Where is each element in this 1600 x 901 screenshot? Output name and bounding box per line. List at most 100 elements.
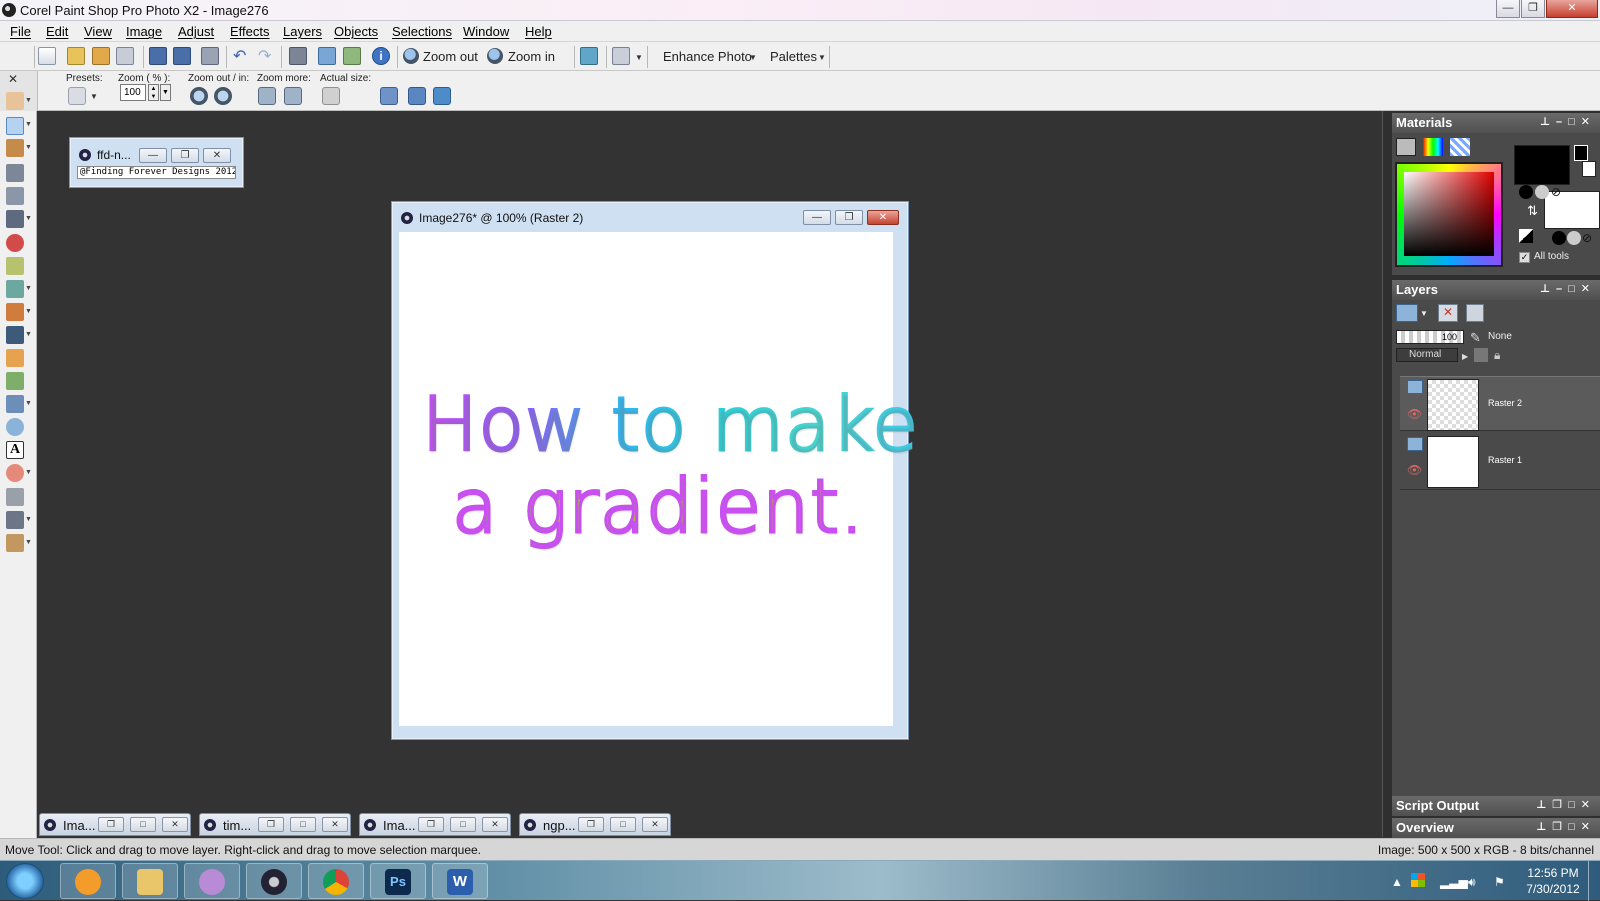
- zoom-out-button[interactable]: Zoom out: [423, 49, 478, 64]
- color-mode-icon[interactable]: [1519, 185, 1533, 199]
- layer-row-raster-2[interactable]: 👁︎ Raster 2: [1400, 376, 1600, 431]
- clone-tool-icon[interactable]: [6, 280, 24, 298]
- chevron-down-icon[interactable]: ▼: [749, 53, 757, 62]
- eraser-tool-icon[interactable]: [6, 372, 24, 390]
- none-mode-icon[interactable]: ⊘: [1551, 185, 1561, 199]
- pen-tool-icon[interactable]: [6, 326, 24, 344]
- overview-palette-header[interactable]: Overview ⊥❐□✕: [1392, 818, 1600, 838]
- red-eye-tool-icon[interactable]: [6, 234, 24, 252]
- makeover-tool-icon[interactable]: [6, 257, 24, 275]
- zoom-out-icon[interactable]: [403, 48, 419, 64]
- tab-close-button[interactable]: ✕: [162, 817, 188, 832]
- menu-image[interactable]: Image: [126, 24, 162, 39]
- action-center-icon[interactable]: ⚑: [1494, 875, 1505, 889]
- windows-flag-icon[interactable]: [1411, 873, 1425, 887]
- browse-icon[interactable]: [92, 47, 110, 65]
- swap-colors-icon[interactable]: ⇅: [1527, 203, 1538, 219]
- script-output-palette-header[interactable]: Script Output ⊥❐□✕: [1392, 796, 1600, 816]
- picture-tube-tool-icon[interactable]: [6, 418, 24, 436]
- rainbow-tab-icon[interactable]: [1423, 138, 1443, 156]
- print-icon[interactable]: [201, 47, 219, 65]
- straighten-tool-icon[interactable]: [6, 210, 24, 228]
- close-button[interactable]: ✕: [1546, 0, 1598, 18]
- tab-restore-button[interactable]: ❐: [258, 817, 284, 832]
- chevron-down-icon[interactable]: ▼: [25, 215, 32, 222]
- taskbar-paint-shop-pro[interactable]: [246, 863, 302, 899]
- paste-icon[interactable]: [289, 47, 307, 65]
- menu-selections[interactable]: Selections: [392, 24, 452, 39]
- tab-maximize-button[interactable]: □: [610, 817, 636, 832]
- minimized-document-tab[interactable]: ngp... ❐ □ ✕: [519, 813, 671, 836]
- restore-button[interactable]: ❐: [1521, 0, 1545, 18]
- clock-time[interactable]: 12:56 PM: [1523, 866, 1583, 880]
- zoom-more-in-icon[interactable]: [284, 87, 302, 105]
- undo-icon[interactable]: ↶: [233, 46, 246, 66]
- minimize-button[interactable]: —: [1496, 0, 1520, 18]
- zoom-in-button[interactable]: Zoom in: [508, 49, 555, 64]
- tab-restore-button[interactable]: ❐: [418, 817, 444, 832]
- chevron-down-icon[interactable]: ▼: [25, 144, 32, 151]
- menu-effects[interactable]: Effects: [230, 24, 270, 39]
- panel-controls[interactable]: ⊥❐□✕: [1536, 820, 1596, 833]
- show-desktop-button[interactable]: [1588, 861, 1600, 901]
- info-icon[interactable]: i: [372, 47, 390, 65]
- tab-close-button[interactable]: ✕: [482, 817, 508, 832]
- lock-transparency-icon[interactable]: [1474, 348, 1488, 362]
- menu-help[interactable]: Help: [525, 24, 552, 39]
- lighten-tool-icon[interactable]: [6, 349, 24, 367]
- move-tool-icon[interactable]: [6, 117, 24, 135]
- learning-center-icon[interactable]: [318, 47, 336, 65]
- chevron-down-icon[interactable]: ▼: [25, 97, 32, 104]
- volume-icon[interactable]: 🔊︎: [1468, 875, 1476, 890]
- warp-tool-icon[interactable]: [6, 511, 24, 529]
- document-close-button[interactable]: ✕: [867, 210, 899, 225]
- watermark-restore-button[interactable]: ❐: [171, 148, 199, 163]
- chevron-down-icon[interactable]: ▼: [25, 308, 32, 315]
- chevron-down-icon[interactable]: ▼: [90, 92, 98, 101]
- tab-maximize-button[interactable]: □: [290, 817, 316, 832]
- open-folder-icon[interactable]: [67, 47, 85, 65]
- text-tool-icon[interactable]: A: [6, 441, 24, 459]
- taskbar-chrome[interactable]: [308, 863, 364, 899]
- fit-screen-icon[interactable]: [433, 87, 451, 105]
- dropper-tool-icon[interactable]: [6, 164, 24, 182]
- chevron-down-icon[interactable]: ▼: [818, 53, 826, 62]
- show-hidden-icons[interactable]: ▲: [1391, 875, 1403, 889]
- chevron-down-icon[interactable]: ▼: [25, 121, 32, 128]
- chevron-down-icon[interactable]: ▼: [25, 469, 32, 476]
- color-picker-field[interactable]: [1404, 172, 1494, 256]
- chevron-down-icon[interactable]: ▼: [25, 400, 32, 407]
- watermark-minimize-button[interactable]: —: [139, 148, 167, 163]
- bg-none-mode-icon[interactable]: ⊘: [1582, 231, 1592, 245]
- menu-edit[interactable]: Edit: [46, 24, 68, 39]
- zoom-in-icon[interactable]: [487, 48, 503, 64]
- chevron-down-icon[interactable]: ▼: [635, 53, 643, 62]
- image-canvas[interactable]: How to make a gradient.: [399, 232, 919, 726]
- menu-view[interactable]: View: [84, 24, 112, 39]
- ellipse-tool-icon[interactable]: [6, 464, 24, 482]
- new-layer-icon[interactable]: [1396, 304, 1418, 322]
- smudge-tool-icon[interactable]: [6, 534, 24, 552]
- document-restore-button[interactable]: ❐: [835, 210, 863, 225]
- delete-layer-icon[interactable]: ✕: [1438, 304, 1458, 322]
- zoom-out-small-icon[interactable]: [190, 87, 208, 105]
- layer-properties-icon[interactable]: [1466, 304, 1484, 322]
- bg-gradient-mode-icon[interactable]: [1567, 231, 1581, 245]
- new-file-icon[interactable]: [38, 47, 56, 65]
- watermark-window[interactable]: ffd-n... — ❐ ✕ @Finding Forever Designs …: [69, 137, 244, 188]
- actual-size-icon[interactable]: [322, 87, 340, 105]
- minimized-document-tab[interactable]: tim... ❐ □ ✕: [199, 813, 351, 836]
- eye-icon[interactable]: 👁︎: [1407, 407, 1422, 421]
- brush-icon[interactable]: ✎: [1470, 330, 1481, 346]
- taskbar-word[interactable]: W: [432, 863, 488, 899]
- panel-controls[interactable]: ⊥❐□✕: [1536, 798, 1596, 811]
- taskbar-explorer[interactable]: [122, 863, 178, 899]
- panel-controls[interactable]: ⊥–□✕: [1540, 282, 1596, 295]
- crop-tool-icon[interactable]: [6, 187, 24, 205]
- save-as-icon[interactable]: [173, 47, 191, 65]
- taskbar-media-player[interactable]: [60, 863, 116, 899]
- panel-controls[interactable]: ⊥–□✕: [1540, 115, 1596, 128]
- minimized-document-tab[interactable]: Ima... ❐ □ ✕: [39, 813, 191, 836]
- chevron-down-icon[interactable]: ▼: [25, 516, 32, 523]
- menu-window[interactable]: Window: [463, 24, 509, 39]
